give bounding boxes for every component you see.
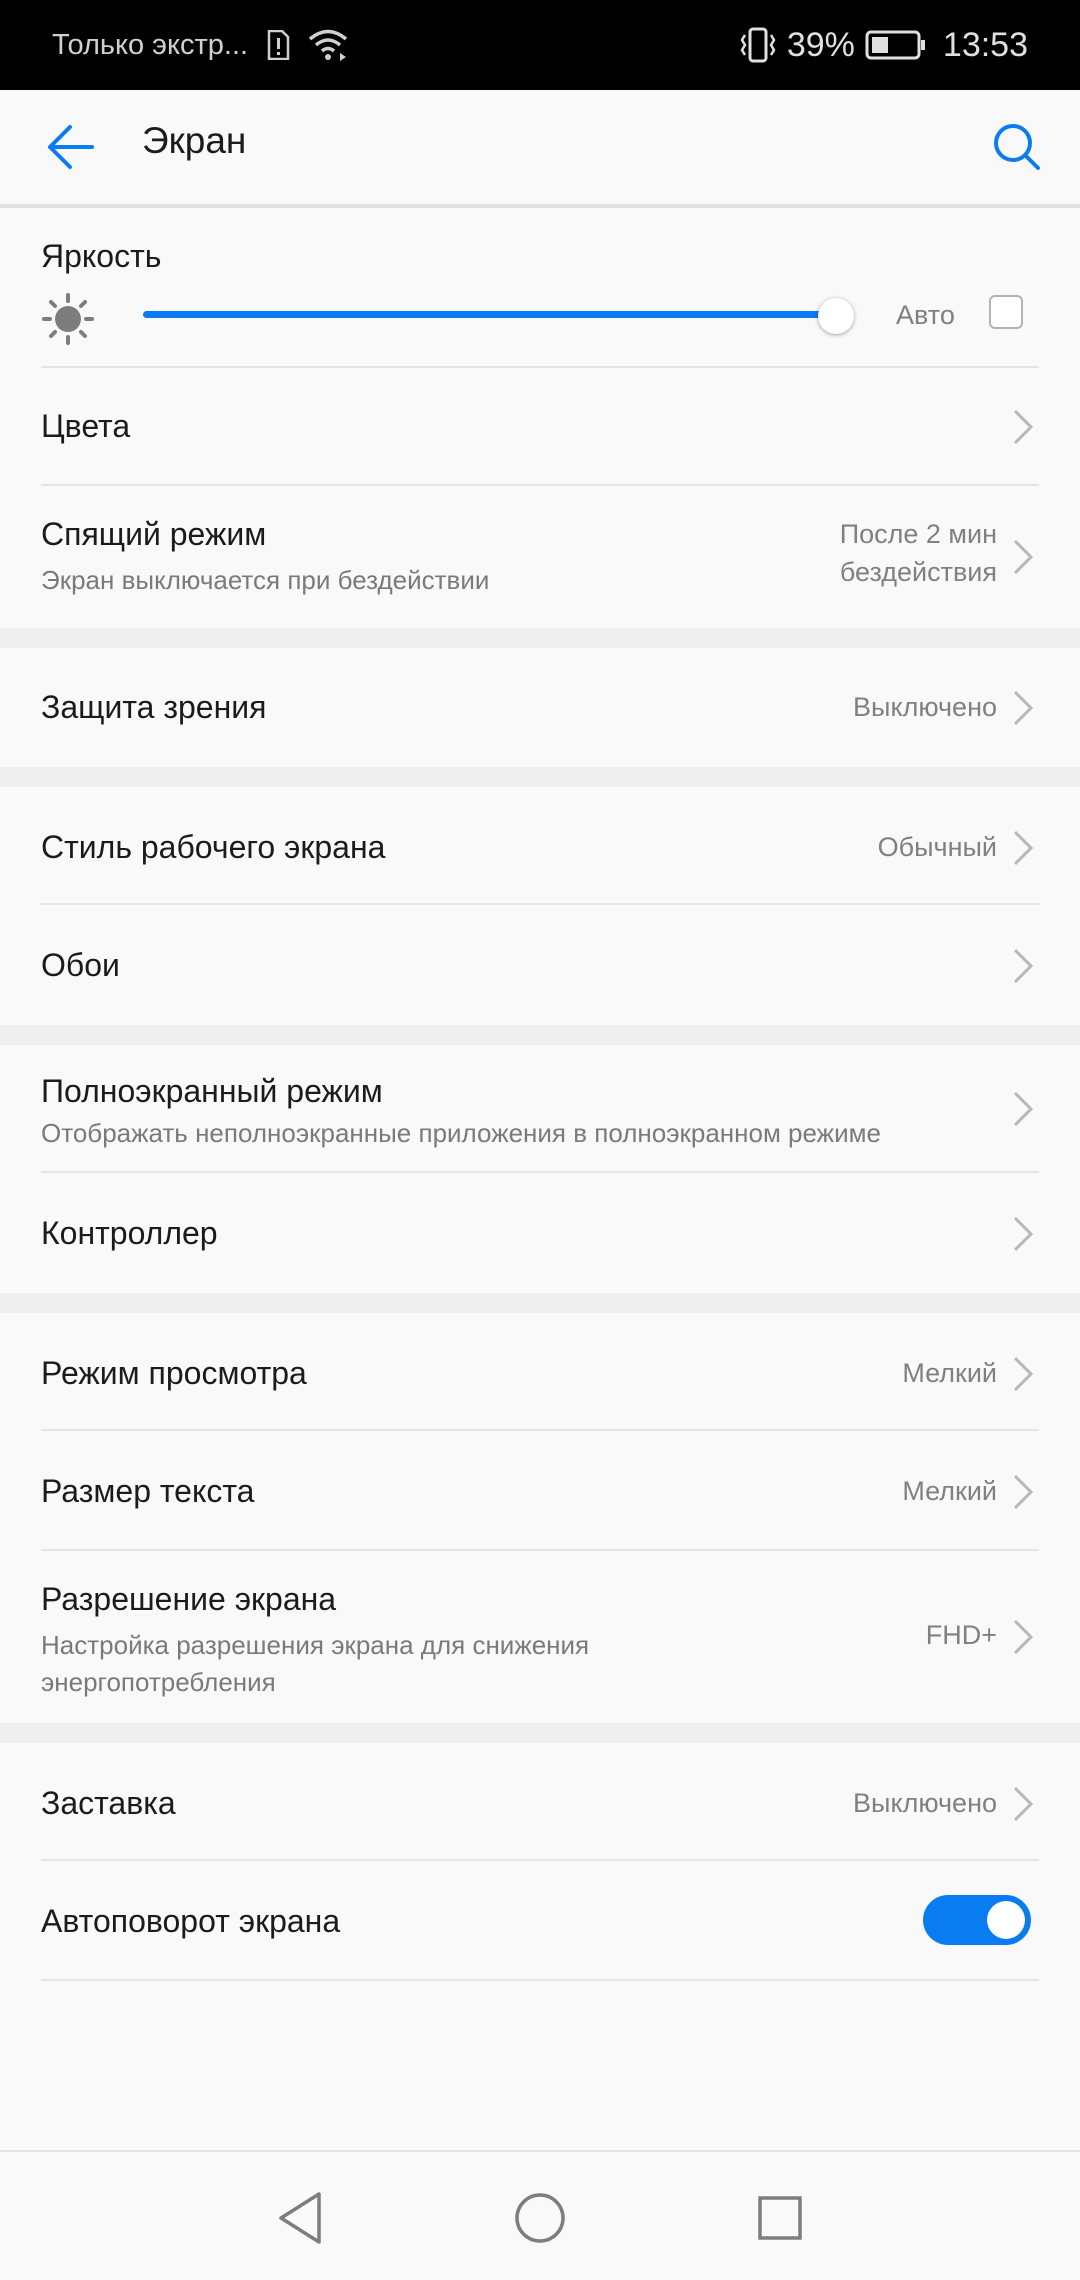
brightness-label: Яркость — [41, 238, 162, 274]
fullscreen-row[interactable]: Полноэкранный режим Отображать неполноэк… — [41, 1045, 1039, 1173]
wifi-icon — [308, 29, 348, 61]
controller-row[interactable]: Контроллер — [41, 1173, 1039, 1293]
autorotate-row: Автоповорот экрана — [41, 1861, 1039, 1981]
chevron-right-icon — [1013, 1216, 1034, 1252]
sun-icon — [42, 293, 94, 345]
search-icon — [994, 124, 1040, 170]
resolution-value: FHD+ — [925, 1620, 997, 1650]
auto-brightness-label: Авто — [896, 300, 955, 330]
eye-comfort-row[interactable]: Защита зрения Выключено — [41, 648, 1039, 767]
home-style-row[interactable]: Стиль рабочего экрана Обычный — [41, 787, 1039, 905]
eye-comfort-value: Выключено — [853, 692, 997, 722]
resolution-subtitle-line2: энергопотребления — [41, 1667, 276, 1697]
nav-back-button[interactable] — [270, 2188, 330, 2248]
battery-icon — [865, 30, 927, 60]
search-button[interactable] — [984, 114, 1050, 180]
nav-recents-button[interactable] — [750, 2188, 810, 2248]
fullscreen-subtitle: Отображать неполноэкранные приложения в … — [41, 1118, 881, 1148]
group-display-basic: Яркость Авто Цвета Спящий режим Экран вы… — [0, 212, 1080, 628]
resolution-title: Разрешение экрана — [41, 1581, 337, 1617]
arrow-left-icon — [48, 125, 94, 169]
group-misc: Заставка Выключено Автоповорот экрана — [0, 1743, 1080, 1981]
screensaver-row[interactable]: Заставка Выключено — [41, 1743, 1039, 1861]
group-divider — [0, 628, 1080, 648]
navigation-bar — [0, 2150, 1080, 2280]
alert-sim-icon — [266, 30, 290, 60]
chevron-right-icon — [1013, 1091, 1034, 1127]
chevron-right-icon — [1013, 830, 1034, 866]
chevron-right-icon — [1013, 409, 1034, 445]
status-bar: Только экстр... 39% 13:53 — [0, 0, 1080, 90]
clock: 13:53 — [942, 25, 1028, 64]
fullscreen-title: Полноэкранный режим — [41, 1073, 383, 1109]
view-mode-value: Мелкий — [902, 1358, 997, 1388]
home-style-title: Стиль рабочего экрана — [41, 829, 386, 865]
sleep-title: Спящий режим — [41, 516, 267, 552]
wallpaper-row[interactable]: Обои — [41, 905, 1039, 1025]
sleep-value-line1: После 2 мин — [839, 519, 997, 549]
wallpaper-title: Обои — [41, 947, 120, 983]
carrier-text: Только экстр... — [52, 28, 249, 61]
circle-home-icon — [515, 2193, 565, 2243]
view-mode-title: Режим просмотра — [41, 1355, 307, 1391]
auto-brightness-checkbox[interactable] — [989, 295, 1023, 329]
vibrate-icon — [739, 27, 777, 63]
text-size-title: Размер текста — [41, 1473, 255, 1509]
home-style-value: Обычный — [877, 832, 997, 862]
settings-list: Яркость Авто Цвета Спящий режим Экран вы… — [0, 212, 1080, 1981]
colors-row[interactable]: Цвета — [41, 368, 1039, 486]
chevron-right-icon — [1013, 539, 1034, 575]
chevron-right-icon — [1013, 690, 1034, 726]
view-mode-row[interactable]: Режим просмотра Мелкий — [41, 1313, 1039, 1431]
toggle-knob — [987, 1901, 1025, 1939]
text-size-value: Мелкий — [902, 1476, 997, 1506]
group-divider — [0, 1025, 1080, 1045]
text-size-row[interactable]: Размер текста Мелкий — [41, 1431, 1039, 1551]
colors-title: Цвета — [41, 408, 131, 444]
resolution-row[interactable]: Разрешение экрана Настройка разрешения э… — [41, 1551, 1039, 1723]
app-bar: Экран — [0, 90, 1080, 208]
controller-title: Контроллер — [41, 1215, 218, 1251]
page-title: Экран — [142, 120, 247, 161]
sleep-row[interactable]: Спящий режим Экран выключается при безде… — [41, 486, 1039, 628]
sleep-value-line2: бездействия — [839, 557, 997, 587]
resolution-subtitle-line1: Настройка разрешения экрана для снижения — [41, 1630, 590, 1660]
group-divider — [0, 767, 1080, 787]
group-view: Режим просмотра Мелкий Размер текста Мел… — [0, 1313, 1080, 1723]
brightness-slider-thumb[interactable] — [818, 298, 854, 334]
brightness-slider-track[interactable] — [143, 311, 843, 318]
back-button[interactable] — [38, 114, 104, 180]
group-eye: Защита зрения Выключено — [0, 648, 1080, 767]
autorotate-title: Автоповорот экрана — [41, 1903, 341, 1939]
triangle-back-icon — [279, 2192, 321, 2244]
chevron-right-icon — [1013, 1356, 1034, 1392]
screensaver-value: Выключено — [853, 1788, 997, 1818]
group-divider — [0, 1723, 1080, 1743]
eye-comfort-title: Защита зрения — [41, 689, 267, 725]
chevron-right-icon — [1013, 1786, 1034, 1822]
group-divider — [0, 1293, 1080, 1313]
screensaver-title: Заставка — [41, 1785, 176, 1821]
autorotate-toggle[interactable] — [923, 1895, 1031, 1945]
nav-home-button[interactable] — [510, 2188, 570, 2248]
group-home: Стиль рабочего экрана Обычный Обои — [0, 787, 1080, 1025]
chevron-right-icon — [1013, 1474, 1034, 1510]
chevron-right-icon — [1013, 1619, 1034, 1655]
battery-percent: 39% — [786, 25, 855, 64]
square-recents-icon — [758, 2196, 802, 2240]
group-fullscreen: Полноэкранный режим Отображать неполноэк… — [0, 1045, 1080, 1293]
chevron-right-icon — [1013, 948, 1034, 984]
brightness-row: Яркость Авто — [41, 212, 1039, 368]
sleep-subtitle: Экран выключается при бездействии — [41, 565, 490, 595]
